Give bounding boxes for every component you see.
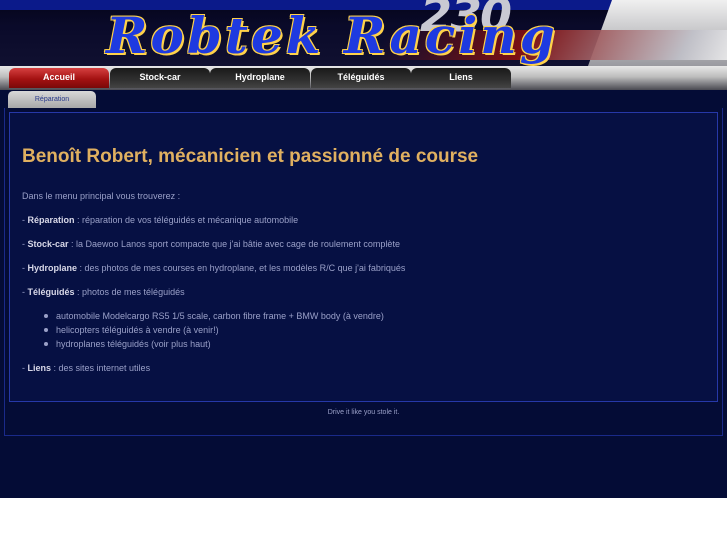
bullet-dot-icon bbox=[44, 313, 48, 318]
header-banner: 230 Robtek Racing bbox=[0, 0, 727, 66]
tab-hydroplane[interactable]: Hydroplane bbox=[210, 68, 310, 88]
intro-text: Dans le menu principal vous trouverez : bbox=[22, 191, 181, 201]
bullet-text: helicopters téléguidés à vendre (à venir… bbox=[56, 325, 219, 335]
bullet-dot-icon bbox=[44, 341, 48, 346]
page-background: 230 Robtek Racing Accueil Stock-car Hydr… bbox=[0, 0, 727, 498]
item-text: : des photos de mes courses en hydroplan… bbox=[77, 263, 406, 273]
tab-stock-car[interactable]: Stock-car bbox=[110, 68, 210, 88]
item-text: : photos de mes téléguidés bbox=[74, 287, 185, 297]
item-term: Liens bbox=[27, 363, 52, 373]
item-text: : réparation de vos téléguidés et mécani… bbox=[74, 215, 299, 225]
bullet-item: automobile Modelcargo RS5 1/5 scale, car… bbox=[44, 311, 384, 321]
item-term: Hydroplane bbox=[27, 263, 78, 273]
bullet-item: helicopters téléguidés à vendre (à venir… bbox=[44, 325, 219, 335]
tab-accueil[interactable]: Accueil bbox=[9, 68, 109, 88]
content-panel: Benoît Robert, mécanicien et passionné d… bbox=[9, 112, 718, 402]
item-term: Stock-car bbox=[27, 239, 69, 249]
bullet-dot-icon bbox=[44, 327, 48, 332]
page-title: Benoît Robert, mécanicien et passionné d… bbox=[22, 146, 479, 167]
sub-nav: Réparation bbox=[0, 90, 727, 108]
main-nav: Accueil Stock-car Hydroplane Téléguidés … bbox=[0, 66, 727, 90]
item-text: : la Daewoo Lanos sport compacte que j'a… bbox=[68, 239, 400, 249]
list-item: - Liens : des sites internet utiles bbox=[22, 363, 150, 373]
list-item: - Stock-car : la Daewoo Lanos sport comp… bbox=[22, 239, 400, 249]
tab-teleguides[interactable]: Téléguidés bbox=[311, 68, 411, 88]
list-item: - Hydroplane : des photos de mes courses… bbox=[22, 263, 405, 273]
site-logo[interactable]: Robtek Racing bbox=[106, 6, 558, 65]
list-item: - Réparation : réparation de vos télégui… bbox=[22, 215, 298, 225]
item-term: Téléguidés bbox=[27, 287, 75, 297]
subtab-reparation[interactable]: Réparation bbox=[8, 91, 96, 108]
item-term: Réparation bbox=[27, 215, 75, 225]
bullet-text: automobile Modelcargo RS5 1/5 scale, car… bbox=[56, 311, 384, 321]
bullet-text: hydroplanes téléguidés (voir plus haut) bbox=[56, 339, 211, 349]
item-text: : des sites internet utiles bbox=[51, 363, 151, 373]
bullet-item: hydroplanes téléguidés (voir plus haut) bbox=[44, 339, 211, 349]
footer-text: Drive it like you stole it. bbox=[327, 409, 400, 416]
tab-liens[interactable]: Liens bbox=[411, 68, 511, 88]
list-item: - Téléguidés : photos de mes téléguidés bbox=[22, 287, 185, 297]
